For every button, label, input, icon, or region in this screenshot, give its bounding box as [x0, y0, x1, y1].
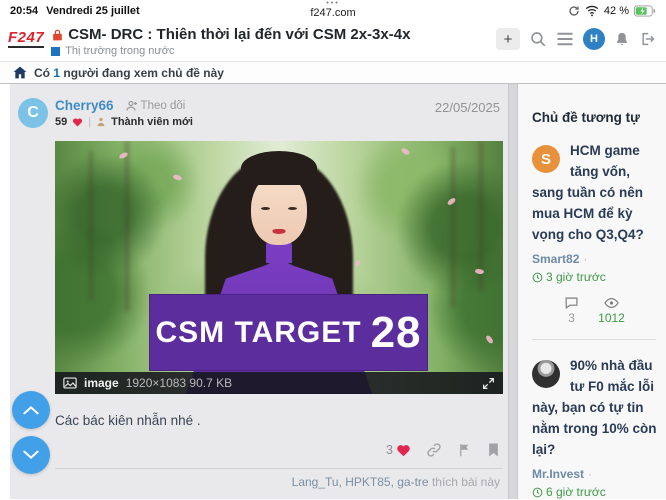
new-topic-button[interactable]: +: [496, 28, 520, 50]
reaction-bar: 3: [10, 442, 500, 458]
viewing-text: Có 1 người đang xem chủ đề này: [34, 66, 224, 80]
status-bar: 20:54 Vendredi 25 juillet ••• f247.com 4…: [0, 0, 666, 20]
poster-username[interactable]: Cherry66: [55, 98, 114, 113]
topic-author[interactable]: Smart82: [532, 252, 579, 266]
status-time-date: 20:54 Vendredi 25 juillet: [10, 3, 140, 17]
suggested-topics-sidebar: Chủ đề tương tự S HCM game tăng vốn, san…: [518, 84, 666, 499]
tab-dots: •••: [326, 0, 339, 7]
expand-icon[interactable]: [482, 377, 495, 390]
clock-icon: [532, 272, 543, 283]
views-count: 1012: [598, 311, 625, 325]
heart-icon: [72, 117, 83, 127]
post-column: C Cherry66 Theo dõi 22/05/2025 59 |: [10, 84, 508, 499]
banner-text: CSM TARGET: [155, 316, 361, 350]
viewing-bar: Có 1 người đang xem chủ đề này: [0, 62, 666, 84]
flag-icon[interactable]: [457, 442, 472, 458]
battery-charging-icon: [634, 5, 656, 17]
topic-meta: Smart82 · 3 giờ trước: [532, 252, 658, 284]
page-title[interactable]: CSM- DRC : Thiên thời lại đến với CSM 2x…: [68, 26, 410, 43]
site-logo[interactable]: F247: [8, 29, 44, 48]
user-avatar[interactable]: H: [583, 28, 605, 50]
image-meta: 1920×1083 90.7 KB: [126, 376, 232, 390]
suggested-topic[interactable]: 90% nhà đầu tư F0 mắc lỗi này, bạn có tự…: [532, 355, 658, 499]
status-indicators: 42 %: [568, 3, 656, 17]
left-gutter: [0, 84, 10, 499]
status-time: 20:54: [10, 5, 38, 17]
home-icon[interactable]: [13, 66, 27, 79]
post-header: C Cherry66 Theo dõi 22/05/2025 59 |: [10, 84, 508, 128]
suggested-topic[interactable]: S HCM game tăng vốn, sang tuần có nên mu…: [532, 140, 658, 340]
battery-percent: 42 %: [604, 5, 629, 17]
liked-by-line: Lang_Tu, HPKT85, ga-tre thích bài này: [10, 475, 500, 489]
member-badge-icon: [96, 117, 106, 127]
sidebar-heading: Chủ đề tương tự: [532, 110, 658, 125]
tree-trunk: [451, 147, 455, 307]
forum-header: F247 CSM- DRC : Thiên thời lại đến với C…: [0, 20, 666, 62]
bell-icon[interactable]: [614, 31, 630, 48]
sync-icon: [568, 5, 580, 17]
hamburger-menu-icon[interactable]: [556, 31, 574, 47]
lock-icon: [51, 28, 64, 42]
current-url[interactable]: f247.com: [310, 7, 355, 19]
post-date: 22/05/2025: [435, 100, 500, 115]
image-label: image: [84, 376, 119, 390]
topic-time: 6 giờ trước: [532, 485, 606, 499]
scroll-down-button[interactable]: [12, 436, 50, 474]
topic-author[interactable]: Mr.Invest: [532, 467, 584, 481]
share-link-icon[interactable]: [426, 442, 442, 458]
image-icon: [63, 377, 77, 389]
poster-badges: 59 | Thành viên mới: [55, 116, 500, 128]
topic-stats: 3 1012: [532, 297, 658, 325]
post-image[interactable]: CSM TARGET 28 image 1920×1083 90.7 KB: [55, 141, 503, 394]
like-count[interactable]: 3: [386, 443, 411, 457]
post-divider: [55, 468, 503, 469]
scroll-up-button[interactable]: [12, 391, 50, 429]
woman-hair-front: [241, 151, 317, 185]
topic-avatar[interactable]: S: [532, 145, 560, 173]
clock-icon: [532, 487, 543, 498]
topic-avatar[interactable]: [532, 360, 560, 388]
views-icon: [604, 297, 619, 309]
header-actions: + H: [496, 26, 656, 50]
replies-count: 3: [568, 311, 575, 325]
tree-trunk: [125, 141, 129, 311]
timeline-scroll-gutter[interactable]: [508, 84, 518, 499]
banner-number: 28: [371, 308, 422, 358]
content-area: C Cherry66 Theo dõi 22/05/2025 59 |: [0, 84, 666, 499]
wifi-icon: [585, 5, 599, 17]
member-badge-label: Thành viên mới: [111, 116, 193, 128]
logout-icon[interactable]: [639, 31, 656, 47]
search-icon[interactable]: [529, 30, 547, 48]
bookmark-icon[interactable]: [487, 442, 500, 458]
topic-title-block: CSM- DRC : Thiên thời lại đến với CSM 2x…: [51, 26, 410, 57]
status-date: Vendredi 25 juillet: [46, 5, 140, 17]
sidebar-divider: [532, 339, 656, 340]
follow-button[interactable]: Theo dõi: [126, 100, 186, 112]
category-label[interactable]: Thị trường trong nước: [65, 45, 174, 57]
user-plus-icon: [126, 100, 138, 111]
topic-time: 3 giờ trước: [532, 270, 606, 284]
category-color-square: [51, 47, 60, 56]
likes-count-badge: 59: [55, 116, 67, 128]
tree-trunk: [89, 151, 93, 301]
replies-icon: [565, 297, 578, 309]
poster-avatar[interactable]: C: [18, 98, 48, 128]
heart-reaction-icon[interactable]: [396, 443, 411, 457]
viewer-count: 1: [53, 66, 60, 80]
liked-by-users[interactable]: Lang_Tu, HPKT85, ga-tre: [292, 475, 429, 489]
topic-meta: Mr.Invest · 6 giờ trước: [532, 467, 658, 499]
image-caption-bar[interactable]: image 1920×1083 90.7 KB: [55, 372, 503, 394]
post-body-text: Các bác kiên nhẫn nhé .: [55, 413, 503, 428]
target-banner: CSM TARGET 28: [149, 294, 428, 371]
